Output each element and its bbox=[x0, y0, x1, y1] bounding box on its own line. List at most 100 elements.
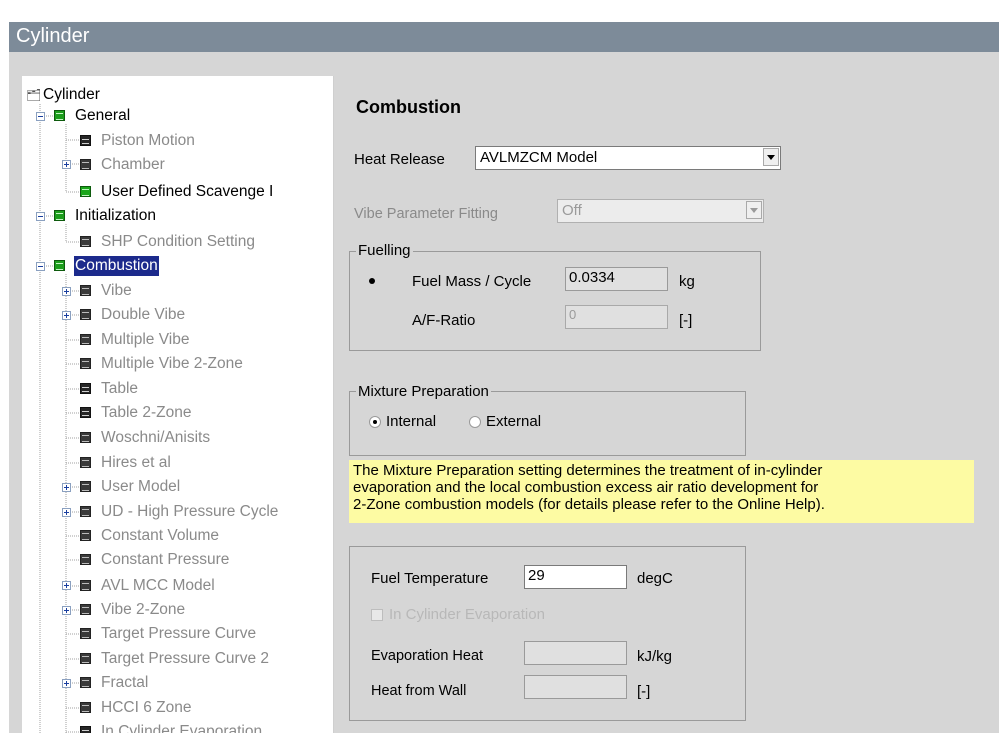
table-icon bbox=[80, 604, 91, 615]
tree-item-label: AVL MCC Model bbox=[101, 577, 215, 594]
af-ratio-label: A/F-Ratio bbox=[412, 312, 476, 329]
tree-item-label: Table bbox=[101, 380, 139, 397]
expand-ud-high-pressure-icon[interactable] bbox=[62, 508, 71, 517]
table-icon bbox=[80, 358, 91, 369]
expand-chamber-icon[interactable] bbox=[62, 160, 71, 169]
collapse-initialization-icon[interactable] bbox=[36, 212, 45, 221]
tree-item-woschni-anisits[interactable]: Woschni/Anisits bbox=[80, 428, 330, 448]
tree-item-table[interactable]: Table bbox=[80, 379, 330, 399]
tree-item-user-defined-scavenge[interactable]: User Defined Scavenge I bbox=[80, 182, 330, 202]
tree-item-hires-et-al[interactable]: Hires et al bbox=[80, 453, 330, 473]
vibe-fitting-select[interactable]: Off bbox=[557, 199, 764, 223]
tree-item-multiple-vibe-2zone[interactable]: Multiple Vibe 2-Zone bbox=[80, 354, 330, 374]
tree-item-constant-volume[interactable]: Constant Volume bbox=[80, 526, 330, 546]
tree-item-label: Chamber bbox=[101, 156, 165, 173]
heat-release-label: Heat Release bbox=[354, 151, 445, 168]
af-ratio-unit: [-] bbox=[679, 312, 693, 329]
collapse-general-icon[interactable] bbox=[36, 112, 45, 121]
tree-item-cylinder[interactable]: 🗂 Cylinder bbox=[26, 85, 326, 105]
mixture-internal-radio[interactable] bbox=[369, 416, 381, 428]
in-cylinder-evaporation-checkbox[interactable] bbox=[371, 609, 383, 621]
tree-item-label: Cylinder bbox=[43, 86, 100, 103]
tree-item-label: Table 2-Zone bbox=[101, 404, 192, 421]
tree-item-label: Vibe 2-Zone bbox=[101, 601, 186, 618]
tree-item-double-vibe[interactable]: Double Vibe bbox=[80, 305, 330, 325]
mixture-external-radio[interactable] bbox=[469, 416, 481, 428]
expand-fractal-icon[interactable] bbox=[62, 679, 71, 688]
tree-item-chamber[interactable]: Chamber bbox=[80, 155, 330, 175]
af-ratio-input[interactable]: 0 bbox=[565, 305, 668, 329]
green-table-icon bbox=[80, 186, 91, 197]
evaporation-heat-input[interactable] bbox=[524, 641, 627, 665]
tree-item-ud-high-pressure-cycle[interactable]: UD - High Pressure Cycle bbox=[80, 502, 330, 522]
expand-user-model-icon[interactable] bbox=[62, 483, 71, 492]
af-ratio-radio[interactable] bbox=[367, 306, 379, 318]
table-icon bbox=[80, 628, 91, 639]
fuel-mass-label: Fuel Mass / Cycle bbox=[412, 273, 532, 290]
chevron-down-icon[interactable] bbox=[746, 201, 762, 219]
fuel-mass-input[interactable]: 0.0334 bbox=[565, 267, 668, 291]
tree-item-avl-mcc-model[interactable]: AVL MCC Model bbox=[80, 576, 330, 596]
tree-item-target-pressure-curve[interactable]: Target Pressure Curve bbox=[80, 624, 330, 644]
tree-item-in-cylinder-evaporation[interactable]: In Cylinder Evaporation bbox=[80, 722, 330, 733]
tree-item-label: UD - High Pressure Cycle bbox=[101, 503, 279, 520]
window-title: Cylinder bbox=[16, 25, 90, 47]
tree-item-label: Piston Motion bbox=[101, 132, 195, 149]
tree-item-label: Vibe bbox=[101, 282, 132, 299]
table-icon bbox=[80, 135, 91, 146]
note-line: 2-Zone combustion models (for details pl… bbox=[353, 496, 825, 513]
table-icon bbox=[80, 506, 91, 517]
table-icon bbox=[80, 726, 91, 733]
table-icon bbox=[80, 159, 91, 170]
table-icon bbox=[80, 554, 91, 565]
fuel-temperature-input[interactable]: 29 bbox=[524, 565, 627, 589]
tree-item-piston-motion[interactable]: Piston Motion bbox=[80, 131, 330, 151]
tree-item-label: User Model bbox=[101, 478, 181, 495]
tree-item-label: General bbox=[75, 107, 131, 124]
mixture-internal-label: Internal bbox=[386, 413, 437, 430]
mixture-note: The Mixture Preparation setting determin… bbox=[349, 460, 974, 523]
table-icon bbox=[80, 309, 91, 320]
tree-item-target-pressure-curve-2[interactable]: Target Pressure Curve 2 bbox=[80, 649, 330, 669]
tree-item-vibe[interactable]: Vibe bbox=[80, 281, 330, 301]
expand-vibe-2zone-icon[interactable] bbox=[62, 606, 71, 615]
tree-item-hcci-6-zone[interactable]: HCCI 6 Zone bbox=[80, 698, 330, 718]
tree-item-combustion[interactable]: Combustion bbox=[54, 256, 324, 276]
expand-vibe-icon[interactable] bbox=[62, 287, 71, 296]
heat-release-select[interactable]: AVLMZCM Model bbox=[475, 146, 781, 170]
tree-item-general[interactable]: General bbox=[54, 106, 324, 126]
tree-item-label: SHP Condition Setting bbox=[101, 233, 255, 250]
fuel-mass-unit: kg bbox=[679, 273, 695, 290]
tree-item-vibe-2zone[interactable]: Vibe 2-Zone bbox=[80, 600, 330, 620]
tree-item-multiple-vibe[interactable]: Multiple Vibe bbox=[80, 330, 330, 350]
tree-item-constant-pressure[interactable]: Constant Pressure bbox=[80, 550, 330, 570]
hierarchy-icon: 🗂 bbox=[26, 88, 42, 102]
tree-scrollbar[interactable] bbox=[333, 76, 334, 733]
tree-item-shp-condition-setting[interactable]: SHP Condition Setting bbox=[80, 232, 330, 252]
expand-double-vibe-icon[interactable] bbox=[62, 311, 71, 320]
heat-from-wall-input[interactable] bbox=[524, 675, 627, 699]
table-icon bbox=[80, 383, 91, 394]
table-icon bbox=[80, 653, 91, 664]
tree-item-label: User Defined Scavenge I bbox=[101, 183, 274, 200]
tree-item-table-2zone[interactable]: Table 2-Zone bbox=[80, 403, 330, 423]
expand-avl-mcc-icon[interactable] bbox=[62, 581, 71, 590]
note-line: evaporation and the local combustion exc… bbox=[353, 479, 819, 496]
collapse-combustion-icon[interactable] bbox=[36, 262, 45, 271]
tree-item-label: Constant Volume bbox=[101, 527, 220, 544]
table-icon bbox=[80, 334, 91, 345]
tree-item-initialization[interactable]: Initialization bbox=[54, 206, 324, 226]
table-icon bbox=[80, 432, 91, 443]
note-line: The Mixture Preparation setting determin… bbox=[353, 462, 823, 479]
in-cylinder-evaporation-label: In Cylinder Evaporation bbox=[389, 606, 545, 623]
tree-item-user-model[interactable]: User Model bbox=[80, 477, 330, 497]
navigation-tree[interactable]: 🗂 Cylinder General Piston Motion Chamber… bbox=[22, 76, 334, 733]
table-icon bbox=[80, 702, 91, 713]
tree-item-fractal[interactable]: Fractal bbox=[80, 673, 330, 693]
tree-item-label: In Cylinder Evaporation bbox=[101, 723, 263, 733]
fuel-mass-radio[interactable] bbox=[367, 276, 379, 288]
chevron-down-icon[interactable] bbox=[763, 148, 779, 166]
table-icon bbox=[80, 580, 91, 591]
tree-item-label: Target Pressure Curve 2 bbox=[101, 650, 269, 667]
heat-from-wall-unit: [-] bbox=[637, 683, 651, 700]
